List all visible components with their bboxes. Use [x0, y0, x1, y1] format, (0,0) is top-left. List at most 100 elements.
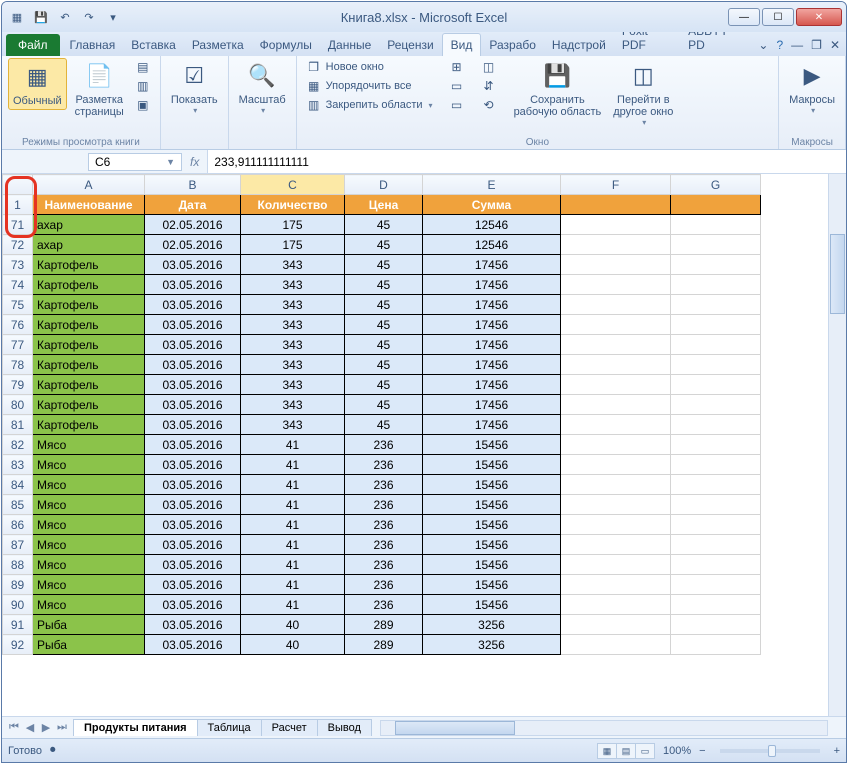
cell[interactable]: ахар	[33, 215, 145, 235]
row-header[interactable]: 1	[3, 195, 33, 215]
cell[interactable]: 236	[345, 435, 423, 455]
minimize-button[interactable]: —	[728, 8, 760, 26]
show-button[interactable]: ☑ Показать	[167, 58, 222, 117]
cell[interactable]: 236	[345, 515, 423, 535]
formula-input[interactable]	[207, 150, 846, 173]
cell[interactable]: 17456	[423, 375, 561, 395]
table-header-cell[interactable]: Цена	[345, 195, 423, 215]
cell[interactable]: 03.05.2016	[145, 595, 241, 615]
switch-window-button[interactable]: ◫ Перейти в другое окно	[609, 58, 677, 129]
cell[interactable]	[671, 435, 761, 455]
hscroll-thumb[interactable]	[395, 721, 515, 735]
cell[interactable]: Картофель	[33, 375, 145, 395]
view-buttons[interactable]: ▦▤▭	[598, 743, 655, 759]
cell[interactable]	[671, 275, 761, 295]
cell[interactable]: 236	[345, 535, 423, 555]
cell[interactable]: 45	[345, 255, 423, 275]
row-header[interactable]: 76	[3, 315, 33, 335]
cell[interactable]: 343	[241, 335, 345, 355]
sheet-first-icon[interactable]: ⏮	[6, 721, 22, 734]
name-box[interactable]: C6▼	[88, 153, 182, 171]
zoom-out-button[interactable]: −	[699, 745, 705, 757]
row-header[interactable]: 88	[3, 555, 33, 575]
cell[interactable]: 45	[345, 375, 423, 395]
cell[interactable]	[561, 295, 671, 315]
row-header[interactable]: 86	[3, 515, 33, 535]
cell[interactable]: 41	[241, 595, 345, 615]
cell[interactable]: 343	[241, 355, 345, 375]
horizontal-scrollbar[interactable]	[380, 720, 828, 736]
cell[interactable]	[561, 535, 671, 555]
col-header-F[interactable]: F	[561, 175, 671, 195]
cell[interactable]: ахар	[33, 235, 145, 255]
cell[interactable]	[561, 515, 671, 535]
cell[interactable]: 41	[241, 435, 345, 455]
cell[interactable]	[561, 595, 671, 615]
cell[interactable]: 41	[241, 475, 345, 495]
cell[interactable]: 343	[241, 395, 345, 415]
cell[interactable]: 03.05.2016	[145, 395, 241, 415]
ribbon-minimize-icon[interactable]: ⌄	[758, 38, 768, 52]
cell[interactable]	[561, 235, 671, 255]
tab-Рецензи[interactable]: Рецензи	[379, 34, 441, 56]
unhide-button[interactable]: ▭	[446, 96, 468, 114]
cell[interactable]	[561, 415, 671, 435]
row-header[interactable]: 91	[3, 615, 33, 635]
cell[interactable]: 45	[345, 335, 423, 355]
cell[interactable]	[561, 495, 671, 515]
cell[interactable]: 02.05.2016	[145, 235, 241, 255]
cell[interactable]: Мясо	[33, 515, 145, 535]
cell[interactable]: 45	[345, 235, 423, 255]
sheet-prev-icon[interactable]: ◀	[22, 721, 38, 734]
row-header[interactable]: 83	[3, 455, 33, 475]
row-header[interactable]: 78	[3, 355, 33, 375]
cell[interactable]: Картофель	[33, 335, 145, 355]
sheet-last-icon[interactable]: ⏭	[54, 721, 70, 734]
cell[interactable]: Мясо	[33, 595, 145, 615]
tab-Вставка[interactable]: Вставка	[123, 34, 184, 56]
save-icon[interactable]: 💾	[30, 6, 52, 28]
cell[interactable]	[561, 335, 671, 355]
cell[interactable]	[671, 555, 761, 575]
row-header[interactable]: 82	[3, 435, 33, 455]
cell[interactable]: 03.05.2016	[145, 335, 241, 355]
row-header[interactable]: 87	[3, 535, 33, 555]
cell[interactable]: 236	[345, 495, 423, 515]
cell[interactable]: 236	[345, 455, 423, 475]
cell[interactable]: 03.05.2016	[145, 375, 241, 395]
row-header[interactable]: 80	[3, 395, 33, 415]
col-header-G[interactable]: G	[671, 175, 761, 195]
cell[interactable]: Мясо	[33, 535, 145, 555]
cell[interactable]	[561, 635, 671, 655]
col-header-D[interactable]: D	[345, 175, 423, 195]
cell[interactable]: 03.05.2016	[145, 455, 241, 475]
cell[interactable]	[671, 235, 761, 255]
new-window-button[interactable]: ❐Новое окно	[303, 58, 436, 76]
cell[interactable]: 15456	[423, 435, 561, 455]
cell[interactable]: Мясо	[33, 455, 145, 475]
cell[interactable]	[671, 395, 761, 415]
cell[interactable]: 17456	[423, 295, 561, 315]
mdi-restore-icon[interactable]: ❐	[811, 38, 822, 52]
view-custom-button[interactable]: ▥	[132, 77, 154, 95]
hide-button[interactable]: ▭	[446, 77, 468, 95]
excel-icon[interactable]: ▦	[6, 6, 28, 28]
mdi-min-icon[interactable]: —	[791, 38, 803, 52]
cell[interactable]: 03.05.2016	[145, 295, 241, 315]
cell[interactable]	[671, 455, 761, 475]
select-all-corner[interactable]	[3, 175, 33, 195]
cell[interactable]: 343	[241, 415, 345, 435]
cell[interactable]: 03.05.2016	[145, 275, 241, 295]
resetpos-button[interactable]: ⟲	[478, 96, 500, 114]
cell[interactable]: 03.05.2016	[145, 415, 241, 435]
zoom-button[interactable]: 🔍 Масштаб	[235, 58, 290, 117]
cell[interactable]	[561, 455, 671, 475]
cell[interactable]: 17456	[423, 355, 561, 375]
cell[interactable]	[671, 295, 761, 315]
cell[interactable]	[561, 615, 671, 635]
cell[interactable]: 15456	[423, 575, 561, 595]
cell[interactable]	[671, 495, 761, 515]
cell[interactable]: 343	[241, 315, 345, 335]
row-header[interactable]: 79	[3, 375, 33, 395]
cell[interactable]	[561, 435, 671, 455]
